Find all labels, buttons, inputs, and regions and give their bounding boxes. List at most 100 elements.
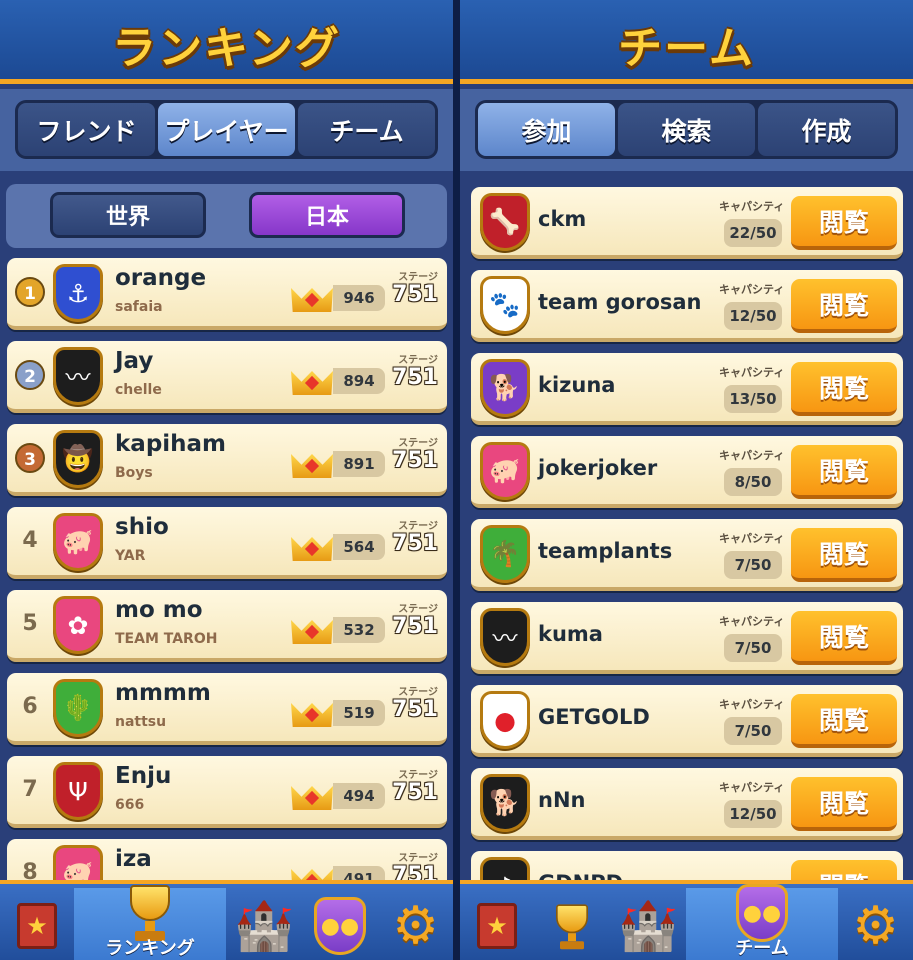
profile-book-icon: ★ <box>17 903 57 949</box>
team-panel: チーム 参加 検索 作成 🦴 ckm キャパシティ 22/50 閲覧 🐾 tea… <box>460 0 913 960</box>
player-team: safaia <box>115 299 163 315</box>
view-button[interactable]: 閲覧 <box>791 694 897 748</box>
view-button[interactable]: 閲覧 <box>791 777 897 831</box>
crown-icon <box>291 446 333 478</box>
view-button[interactable]: 閲覧 <box>791 528 897 582</box>
stage-value: 751 <box>392 780 438 805</box>
paw-icon: 🐾 <box>489 290 521 319</box>
view-button[interactable]: 閲覧 <box>791 279 897 333</box>
crown-icon <box>291 695 333 727</box>
player-badge: 🌵 <box>53 679 103 737</box>
tab-join[interactable]: 参加 <box>478 103 615 156</box>
nav-team-button[interactable]: ●● チーム <box>686 884 838 960</box>
team-row[interactable]: 🐾 team gorosan キャパシティ 12/50 閲覧 <box>471 270 903 342</box>
view-button[interactable]: 閲覧 <box>791 362 897 416</box>
capacity-value: 8/50 <box>724 468 782 496</box>
team-row[interactable]: ● GETGOLD キャパシティ 7/50 閲覧 <box>471 685 903 757</box>
piggy-bank-icon: 🐖 <box>62 527 94 556</box>
team-name: jokerjoker <box>538 456 658 480</box>
team-name: kizuna <box>538 373 616 397</box>
crown-icon <box>291 778 333 810</box>
palm-tree-icon: 🌴 <box>489 539 521 568</box>
nav-team-button[interactable]: ●● <box>302 888 378 960</box>
tab-friends[interactable]: フレンド <box>18 103 155 156</box>
capacity-label: キャパシティ <box>719 698 785 711</box>
team-name: ckm <box>538 207 587 231</box>
rank-medal-silver: 2 <box>15 360 45 390</box>
crown-count: 519 <box>333 700 385 726</box>
stage-value: 751 <box>392 448 438 473</box>
region-japan-button[interactable]: 日本 <box>249 192 405 238</box>
player-team: 666 <box>115 797 145 813</box>
ranking-row[interactable]: 3 🤠 kapiham Boys 891 ステージ 751 <box>7 424 447 496</box>
ranking-row[interactable]: 5 ✿ mo mo TEAM TAROH 532 ステージ 751 <box>7 590 447 662</box>
player-name: kapiham <box>115 431 227 457</box>
view-button[interactable]: 閲覧 <box>791 445 897 499</box>
team-badge: ● <box>480 691 530 749</box>
team-row[interactable]: 🐕 kizuna キャパシティ 13/50 閲覧 <box>471 353 903 425</box>
player-name: orange <box>115 265 207 291</box>
capacity-value: 12/50 <box>724 302 782 330</box>
ranking-row[interactable]: 7 Ψ Enju 666 494 ステージ 751 <box>7 756 447 828</box>
nav-settings-button[interactable]: ⚙ <box>378 888 453 960</box>
player-name: mmmm <box>115 680 211 706</box>
ranking-row[interactable]: 6 🌵 mmmm nattsu 519 ステージ 751 <box>7 673 447 745</box>
nav-profile-button[interactable]: ★ <box>0 888 74 960</box>
stage-label: ステージ <box>398 770 438 781</box>
ranking-row[interactable]: 2 〰 Jay chelle 894 ステージ 751 <box>7 341 447 413</box>
trident-icon: Ψ <box>68 776 88 806</box>
rank-number: 7 <box>22 777 38 802</box>
team-badge: 〰 <box>480 608 530 666</box>
ranking-row[interactable]: 1 ⚓ orange safaia 946 ステージ 751 <box>7 258 447 330</box>
capacity-value: 7/50 <box>724 551 782 579</box>
stage-label: ステージ <box>398 687 438 698</box>
capacity-value: 13/50 <box>724 385 782 413</box>
castle-icon: 🏰 <box>234 898 294 954</box>
nav-ranking-button[interactable] <box>534 888 610 960</box>
nav-castle-button[interactable]: 🏰 <box>226 888 302 960</box>
bone-icon: 🦴 <box>489 207 521 236</box>
team-badge: 🦴 <box>480 193 530 251</box>
team-row[interactable]: 〰 kuma キャパシティ 7/50 閲覧 <box>471 602 903 674</box>
player-team: TEAM TAROH <box>115 631 218 647</box>
player-badge: ⚓ <box>53 264 103 322</box>
player-name: shio <box>115 514 169 540</box>
cowboy-hat-icon: 🤠 <box>62 444 94 473</box>
castle-icon: 🏰 <box>618 898 678 954</box>
nav-castle-button[interactable]: 🏰 <box>610 888 686 960</box>
tab-teams[interactable]: チーム <box>298 103 435 156</box>
team-row[interactable]: 🐕 nNn キャパシティ 12/50 閲覧 <box>471 768 903 840</box>
team-row[interactable]: 🐖 jokerjoker キャパシティ 8/50 閲覧 <box>471 436 903 508</box>
team-tabs: 参加 検索 作成 <box>475 100 898 159</box>
ranking-row[interactable]: 4 🐖 shio YAR 564 ステージ 751 <box>7 507 447 579</box>
capacity-value: 7/50 <box>724 717 782 745</box>
player-name: Jay <box>115 348 154 374</box>
nav-ranking-button[interactable]: ランキング <box>74 885 226 960</box>
player-badge: 🤠 <box>53 430 103 488</box>
player-name: iza <box>115 846 152 872</box>
capacity-label: キャパシティ <box>719 283 785 296</box>
team-row[interactable]: 🦴 ckm キャパシティ 22/50 閲覧 <box>471 187 903 259</box>
stage-value: 751 <box>392 282 438 307</box>
tab-create[interactable]: 作成 <box>758 103 895 156</box>
nav-settings-button[interactable]: ⚙ <box>838 888 913 960</box>
stage-value: 751 <box>392 365 438 390</box>
tab-search[interactable]: 検索 <box>618 103 755 156</box>
player-name: mo mo <box>115 597 203 623</box>
stage-label: ステージ <box>398 853 438 864</box>
ranking-tabs-bar: フレンド プレイヤー チーム <box>0 89 453 171</box>
capacity-label: キャパシティ <box>719 615 785 628</box>
team-row[interactable]: 🌴 teamplants キャパシティ 7/50 閲覧 <box>471 519 903 591</box>
mustache-icon: 〰 <box>65 363 91 392</box>
team-badge: 🌴 <box>480 525 530 583</box>
stage-label: ステージ <box>398 272 438 283</box>
view-button[interactable]: 閲覧 <box>791 196 897 250</box>
stage-label: ステージ <box>398 521 438 532</box>
region-world-button[interactable]: 世界 <box>50 192 206 238</box>
piggy-bank-icon: 🐖 <box>489 456 521 485</box>
view-button[interactable]: 閲覧 <box>791 611 897 665</box>
nav-profile-button[interactable]: ★ <box>460 888 534 960</box>
tab-players[interactable]: プレイヤー <box>158 103 295 156</box>
ranking-trophy-icon <box>547 900 597 953</box>
team-tabs-bar: 参加 検索 作成 <box>460 89 913 171</box>
